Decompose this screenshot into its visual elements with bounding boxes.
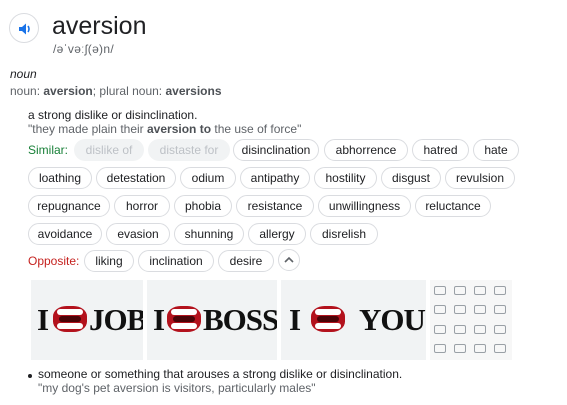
similar-chip[interactable]: evasion [106,223,170,245]
word-forms: noun: aversion; plural noun: aversions [10,84,222,98]
opposite-chip[interactable]: desire [218,250,274,272]
forms-separator: ; [92,84,97,98]
image-1-word: JOB [89,302,143,337]
similar-chip[interactable]: abhorrence [324,139,408,161]
similar-chip[interactable]: disrelish [310,223,378,245]
similar-chip[interactable]: hate [473,139,519,161]
example-1-bold: aversion to [147,122,212,136]
image-1-letter: I [37,302,49,337]
image-3-letter: I [289,302,301,337]
pictogram-icon [454,344,466,353]
image-i-hate-you[interactable]: I YOU [281,280,426,360]
definition-2: someone or something that arouses a stro… [38,367,403,381]
chevron-up-icon [284,256,294,263]
pictogram-icon [454,325,466,334]
similar-chip[interactable]: detestation [96,167,176,189]
image-3-word: YOU [359,302,426,337]
similar-chip[interactable]: distaste for [148,139,230,161]
part-of-speech: noun [10,67,37,81]
pictogram-icon [474,325,486,334]
pictogram-icon [494,344,506,353]
similar-chip[interactable]: avoidance [28,223,102,245]
similar-chip[interactable]: antipathy [240,167,310,189]
similar-chip[interactable]: resistance [236,195,314,217]
image-i-hate-boss[interactable]: I BOSS [147,280,277,360]
noun-label: noun: [10,84,41,98]
pictogram-icon [434,344,446,353]
example-1: "they made plain their aversion to the u… [28,122,301,136]
pictogram-icon [434,305,446,314]
pictogram-icon [474,344,486,353]
pictogram-icon [474,286,486,295]
similar-chip[interactable]: unwillingness [318,195,411,217]
headword: aversion [52,12,147,40]
mouth-graphic [167,306,201,332]
example-1-after: the use of force" [211,122,302,136]
pictogram-icon [494,286,506,295]
pictogram-icon [454,305,466,314]
opposite-label: Opposite: [28,254,80,268]
similar-chip[interactable]: disgust [381,167,441,189]
similar-chip[interactable]: odium [180,167,236,189]
sense-bullet [28,374,32,378]
image-icon-grid[interactable] [430,280,512,360]
pictogram-icon [434,325,446,334]
definition-1: a strong dislike or disinclination. [28,108,198,122]
pronounce-button[interactable] [9,13,39,43]
expand-button[interactable] [278,249,300,271]
similar-chip[interactable]: phobia [174,195,232,217]
similar-chip[interactable]: hatred [412,139,469,161]
similar-chip[interactable]: dislike of [74,139,144,161]
similar-chip[interactable]: revulsion [445,167,515,189]
image-2-letter: I [153,302,165,337]
similar-chip[interactable]: allergy [248,223,306,245]
pictogram-icon [454,286,466,295]
plural-label: plural noun: [99,84,163,98]
speaker-icon [19,23,30,35]
similar-chip[interactable]: loathing [28,167,92,189]
similar-chip[interactable]: shunning [174,223,244,245]
noun-form: aversion [43,84,93,98]
pictogram-icon [494,325,506,334]
pictogram-icon [494,305,506,314]
opposite-chip[interactable]: liking [84,250,134,272]
example-2: "my dog's pet aversion is visitors, part… [38,381,316,395]
similar-label: Similar: [28,143,69,157]
similar-chip[interactable]: repugnance [28,195,110,217]
image-i-hate-job[interactable]: I JOB [31,280,143,360]
pictogram-icon [434,286,446,295]
similar-chip[interactable]: hostility [314,167,377,189]
phonetic: /əˈvəːʃ(ə)n/ [53,42,114,56]
mouth-graphic [53,306,87,332]
opposite-chip[interactable]: inclination [138,250,214,272]
plural-form: aversions [165,84,222,98]
mouth-graphic [311,306,345,332]
example-1-before: "they made plain their [28,122,147,136]
similar-chip[interactable]: reluctance [415,195,491,217]
pictogram-icon [474,305,486,314]
similar-chip[interactable]: disinclination [233,139,319,161]
similar-chip[interactable]: horror [114,195,170,217]
image-2-word: BOSS [203,302,277,337]
